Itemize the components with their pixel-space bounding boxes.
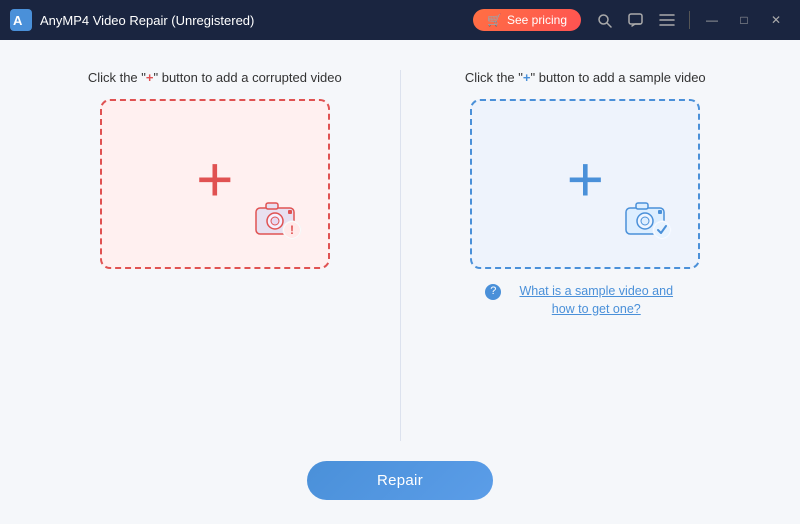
app-logo: A: [10, 9, 32, 31]
help-link-text: What is a sample video and how to get on…: [507, 283, 685, 318]
panels-container: Click the "+" button to add a corrupted …: [0, 40, 800, 451]
corrupted-add-icon: +: [196, 147, 233, 211]
titlebar: A AnyMP4 Video Repair (Unregistered) 🛒 S…: [0, 0, 800, 40]
close-button[interactable]: ✕: [762, 6, 790, 34]
sample-instruction: Click the "+" button to add a sample vid…: [465, 70, 706, 85]
repair-button[interactable]: Repair: [307, 461, 493, 500]
minimize-button[interactable]: —: [698, 6, 726, 34]
main-content: Click the "+" button to add a corrupted …: [0, 40, 800, 524]
search-icon: [597, 13, 612, 28]
app-title: AnyMP4 Video Repair (Unregistered): [40, 13, 473, 28]
menu-icon-button[interactable]: [653, 11, 681, 29]
corrupted-video-panel: Click the "+" button to add a corrupted …: [40, 70, 390, 269]
sample-camera-icon: [622, 198, 676, 245]
titlebar-icons: — □ ✕: [591, 6, 790, 34]
see-pricing-button[interactable]: 🛒 See pricing: [473, 9, 581, 31]
maximize-button[interactable]: □: [730, 6, 758, 34]
panel-separator: [400, 70, 401, 441]
sample-add-icon: +: [567, 147, 604, 211]
corrupted-camera-icon: !: [252, 198, 306, 245]
cart-icon: 🛒: [487, 13, 502, 27]
repair-area: Repair: [0, 451, 800, 524]
pricing-label: See pricing: [507, 13, 567, 27]
sample-drop-zone[interactable]: +: [470, 99, 700, 269]
corrupted-drop-zone[interactable]: + !: [100, 99, 330, 269]
corrupted-plus-char: +: [146, 70, 154, 85]
svg-text:!: !: [290, 223, 294, 237]
chat-icon: [628, 13, 643, 28]
help-question-icon: ?: [485, 284, 501, 300]
corrupted-instruction: Click the "+" button to add a corrupted …: [88, 70, 342, 85]
search-icon-button[interactable]: [591, 11, 618, 30]
hamburger-icon: [659, 13, 675, 27]
sample-plus-char: +: [523, 70, 531, 85]
divider: [689, 11, 690, 29]
chat-icon-button[interactable]: [622, 11, 649, 30]
sample-video-panel: Click the "+" button to add a sample vid…: [411, 70, 761, 318]
svg-text:A: A: [13, 13, 23, 28]
sample-help-link[interactable]: ? What is a sample video and how to get …: [485, 283, 685, 318]
